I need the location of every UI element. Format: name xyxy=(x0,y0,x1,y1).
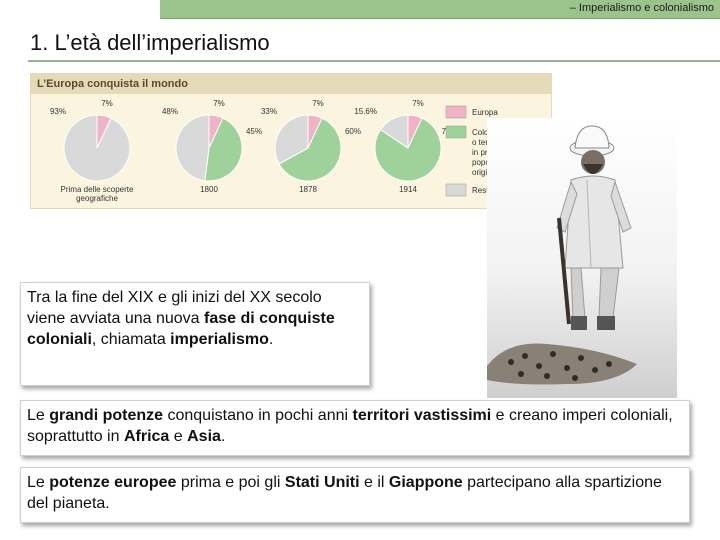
text: Le xyxy=(27,474,50,491)
pie-label-resto: 15.6% xyxy=(354,107,377,116)
text: , chiamata xyxy=(91,331,171,348)
participants-text-box: Le potenze europee prima e poi gli Stati… xyxy=(20,467,690,523)
text: prima e poi gli xyxy=(176,474,285,491)
pie-slice-resto xyxy=(63,114,131,182)
header-bar: – Imperialismo e colonialismo xyxy=(160,0,720,19)
legend-swatch xyxy=(445,183,467,197)
keyword: Stati Uniti xyxy=(284,474,360,491)
pie-label-europa: 7% xyxy=(412,99,424,108)
pie-category-label: Prima delle scoperte xyxy=(61,185,134,194)
powers-text-box: Le grandi potenze conquistano in pochi a… xyxy=(20,400,690,456)
keyword: imperialismo xyxy=(170,331,269,348)
section-label: – Imperialismo e colonialismo xyxy=(569,2,714,14)
pie-label-resto: 33% xyxy=(261,107,277,116)
keyword: Asia xyxy=(187,428,221,445)
pie-label-europa: 7% xyxy=(213,99,225,108)
title-underline xyxy=(28,60,720,62)
pie-label-europa: 7% xyxy=(101,99,113,108)
keyword: Africa xyxy=(123,428,170,445)
pie-label-colonie: 45% xyxy=(246,127,262,136)
pie-charts: 93% 7% Prima delle scopertegeografiche 48% 7… xyxy=(50,99,533,203)
pie-label-resto: 93% xyxy=(50,107,66,116)
pie-label-europa: 7% xyxy=(312,99,324,108)
pie-slice-resto xyxy=(175,114,210,182)
legend-label: Europa xyxy=(472,108,498,117)
pie-category-label: 1800 xyxy=(200,185,218,194)
text: . xyxy=(268,331,274,348)
keyword: Giappone xyxy=(388,474,463,491)
legend-swatch xyxy=(445,125,467,139)
text: e il xyxy=(359,474,389,491)
intro-text-box: Tra la fine del XIX e gli inizi del XX s… xyxy=(20,282,370,386)
text: e xyxy=(169,428,188,445)
pie-category-label: geografiche xyxy=(76,194,118,203)
text: Le xyxy=(27,407,50,424)
keyword: territori vastissimi xyxy=(352,407,492,424)
pie-category-label: 1878 xyxy=(299,185,317,194)
legend-swatch xyxy=(445,105,467,119)
page-title: 1. L’età dell’imperialismo xyxy=(30,30,270,55)
pie-chart-panel: L’Europa conquista il mondo 93% 7% Prima d… xyxy=(30,73,552,209)
text: . xyxy=(220,428,226,445)
keyword: grandi potenze xyxy=(49,407,164,424)
pie-label-colonie: 60% xyxy=(345,127,361,136)
pie-label-resto: 48% xyxy=(162,107,178,116)
keyword: potenze europee xyxy=(49,474,177,491)
text: conquistano in pochi anni xyxy=(163,407,353,424)
pie-category-label: 1914 xyxy=(399,185,417,194)
explorer-photo xyxy=(487,118,677,398)
